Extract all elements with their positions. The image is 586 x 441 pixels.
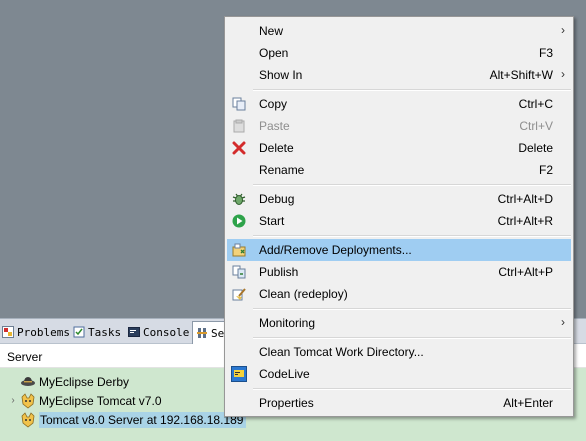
menu-item-label: Publish <box>259 265 299 279</box>
tab-problems[interactable]: Problems <box>2 322 70 342</box>
delete-icon <box>231 140 247 156</box>
menu-separator <box>253 388 571 390</box>
menu-separator <box>253 235 571 237</box>
server-row-tomcat7[interactable]: › MyEclipse Tomcat v7.0 <box>0 391 162 410</box>
submenu-arrow-icon: › <box>561 315 565 329</box>
menu-item-label: Monitoring <box>259 316 316 330</box>
menu-item-shortcut: Ctrl+Alt+P <box>498 265 553 279</box>
menu-item-label: CodeLive <box>259 367 310 381</box>
tab-label: Se <box>211 326 225 340</box>
menu-item-label: Properties <box>259 396 314 410</box>
menu-separator <box>253 308 571 310</box>
tab-label: Tasks <box>88 325 122 339</box>
menu-item-debug[interactable]: Debug Ctrl+Alt+D <box>227 188 571 210</box>
server-label: MyEclipse Derby <box>39 374 130 389</box>
menu-item-label: Rename <box>259 163 305 177</box>
menu-item-publish[interactable]: Publish Ctrl+Alt+P <box>227 261 571 283</box>
menu-item-start[interactable]: Start Ctrl+Alt+R <box>227 210 571 232</box>
menu-item-label: Start <box>259 214 285 228</box>
menu-item-label: Debug <box>259 192 295 206</box>
menu-item-monitoring[interactable]: Monitoring › <box>227 312 571 334</box>
menu-item-shortcut: Ctrl+Alt+R <box>497 214 553 228</box>
menu-separator <box>253 337 571 339</box>
menu-item-label: Add/Remove Deployments... <box>259 243 412 257</box>
derby-icon <box>21 376 35 386</box>
menu-item-clean-redeploy[interactable]: Clean (redeploy) <box>227 283 571 305</box>
menu-item-clean-tomcat-work-directory[interactable]: Clean Tomcat Work Directory... <box>227 341 571 363</box>
menu-item-label: Show In <box>259 68 303 82</box>
menu-item-add-remove-deployments[interactable]: Add/Remove Deployments... <box>227 239 571 261</box>
menu-item-shortcut: F2 <box>538 163 553 177</box>
context-menu: New › Open F3 Show In Alt+Shift+W › Copy… <box>224 16 574 417</box>
copy-icon <box>231 96 247 112</box>
tab-servers[interactable]: Se <box>192 321 226 344</box>
menu-item-label: Delete <box>259 141 294 155</box>
menu-item-label: Copy <box>259 97 288 111</box>
tab-label: Problems <box>17 325 70 339</box>
tab-console[interactable]: Console <box>128 322 189 342</box>
menu-item-copy[interactable]: Copy Ctrl+C <box>227 93 571 115</box>
tab-label: Console <box>143 325 190 339</box>
server-row-derby[interactable]: MyEclipse Derby <box>0 372 129 391</box>
menu-item-shortcut: Ctrl+Alt+D <box>497 192 553 206</box>
menu-item-shortcut: Ctrl+C <box>518 97 553 111</box>
problems-icon <box>2 326 14 338</box>
submenu-arrow-icon: › <box>561 23 565 37</box>
tasks-icon <box>73 326 85 338</box>
menu-item-shortcut: Delete <box>518 141 553 155</box>
tomcat-icon <box>21 392 35 409</box>
menu-item-label: Clean (redeploy) <box>259 287 348 301</box>
menu-item-label: Open <box>259 46 289 60</box>
menu-item-shortcut: Alt+Enter <box>503 396 553 410</box>
console-icon <box>128 327 140 337</box>
menu-item-shortcut: Ctrl+V <box>519 119 553 133</box>
clean-icon <box>231 286 247 302</box>
menu-item-paste[interactable]: Paste Ctrl+V <box>227 115 571 137</box>
tomcat-icon <box>21 411 35 428</box>
publish-icon <box>231 264 247 280</box>
menu-item-new[interactable]: New › <box>227 20 571 42</box>
menu-item-open[interactable]: Open F3 <box>227 42 571 64</box>
server-row-tomcat8[interactable]: Tomcat v8.0 Server at 192.168.18.189 <box>0 410 247 429</box>
menu-item-shortcut: F3 <box>538 46 553 60</box>
menu-separator <box>253 184 571 186</box>
menu-item-show-in[interactable]: Show In Alt+Shift+W › <box>227 64 571 86</box>
tab-tasks[interactable]: Tasks <box>73 322 121 342</box>
menu-item-shortcut: Alt+Shift+W <box>489 68 553 82</box>
menu-separator <box>253 89 571 91</box>
menu-item-properties[interactable]: Properties Alt+Enter <box>227 392 571 414</box>
submenu-arrow-icon: › <box>561 67 565 81</box>
servers-icon <box>197 328 207 338</box>
menu-item-delete[interactable]: Delete Delete <box>227 137 571 159</box>
menu-item-label: New <box>259 24 284 38</box>
codelive-icon <box>231 366 247 382</box>
menu-item-label: Paste <box>259 119 290 133</box>
menu-item-rename[interactable]: Rename F2 <box>227 159 571 181</box>
menu-item-label: Clean Tomcat Work Directory... <box>259 345 424 359</box>
menu-item-codelive[interactable]: CodeLive <box>227 363 571 385</box>
debug-icon <box>231 191 247 207</box>
chevron-right-icon[interactable]: › <box>6 395 20 406</box>
deployments-icon <box>231 242 247 258</box>
paste-icon <box>231 118 247 134</box>
server-label: Tomcat v8.0 Server at 192.168.18.189 <box>39 411 247 428</box>
start-icon <box>231 213 247 229</box>
server-label: MyEclipse Tomcat v7.0 <box>39 393 162 408</box>
